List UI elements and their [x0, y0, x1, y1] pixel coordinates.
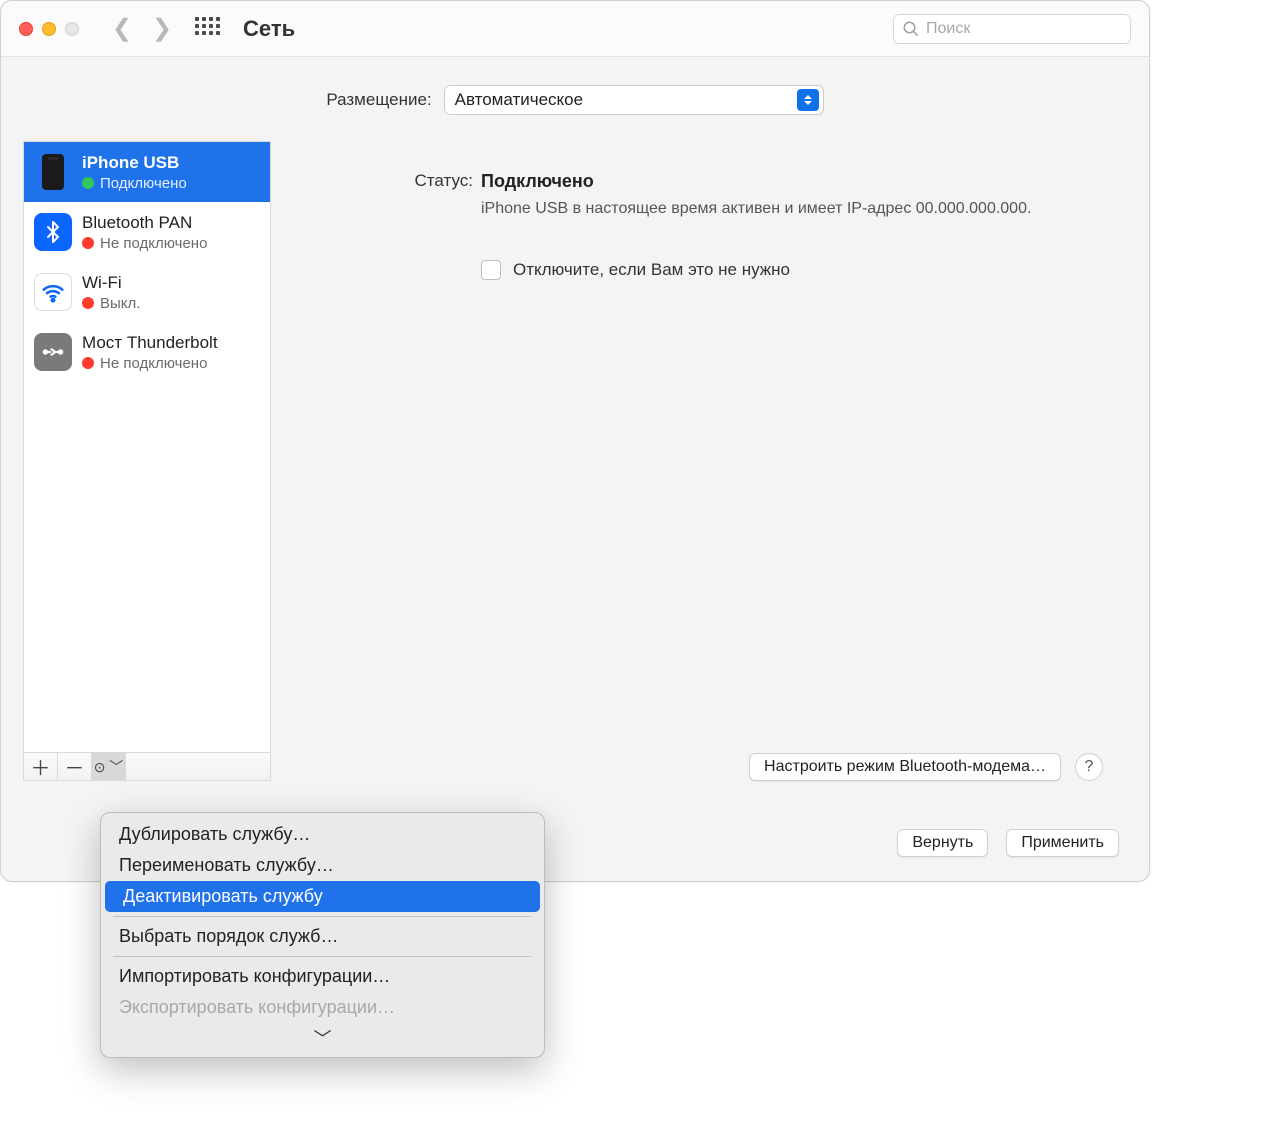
ellipsis-icon: ⊙ ﹀ — [94, 757, 124, 777]
service-status: Выкл. — [82, 295, 140, 312]
select-caret-icon — [797, 89, 819, 111]
service-name: Wi-Fi — [82, 273, 140, 293]
service-actions-button[interactable]: ⊙ ﹀ — [92, 753, 126, 780]
forward-button: ❯ — [147, 14, 177, 43]
traffic-lights — [19, 22, 79, 36]
status-description: iPhone USB в настоящее время активен и и… — [481, 198, 1041, 220]
add-service-button[interactable]: ＋ — [24, 753, 58, 780]
sidebar-actions: ＋ － ⊙ ﹀ — [24, 752, 270, 780]
window-title: Сеть — [243, 16, 295, 42]
status-dot-icon — [82, 237, 94, 249]
chevron-down-icon[interactable]: ﹀ — [101, 1023, 544, 1051]
menu-deactivate-service[interactable]: Деактивировать службу — [105, 881, 540, 912]
status-label: Статус: — [301, 171, 473, 192]
menu-export-configurations: Экспортировать конфигурации… — [101, 992, 544, 1023]
content: Размещение: Автоматическое iPhone USB — [1, 57, 1149, 781]
disable-checkbox[interactable] — [481, 260, 501, 280]
service-status: Не подключено — [82, 355, 218, 372]
service-iphone-usb[interactable]: iPhone USB Подключено — [24, 142, 270, 202]
phone-icon — [34, 153, 72, 191]
remove-service-button[interactable]: － — [58, 753, 92, 780]
disable-checkbox-row: Отключите, если Вам это не нужно — [481, 260, 1103, 280]
revert-button[interactable]: Вернуть — [897, 829, 988, 857]
thunderbolt-icon — [34, 333, 72, 371]
titlebar: ❮ ❯ Сеть — [1, 1, 1149, 57]
disable-checkbox-label: Отключите, если Вам это не нужно — [513, 260, 790, 280]
back-button[interactable]: ❮ — [107, 14, 137, 43]
window: ❮ ❯ Сеть Размещение: Автоматическое — [0, 0, 1150, 882]
detail-footer: Настроить режим Bluetooth-модема… ? — [749, 753, 1103, 781]
maximize-button — [65, 22, 79, 36]
status-value: Подключено — [481, 171, 1103, 192]
status-dot-icon — [82, 357, 94, 369]
menu-separator — [113, 956, 532, 957]
service-name: iPhone USB — [82, 153, 187, 173]
menu-import-configurations[interactable]: Импортировать конфигурации… — [101, 961, 544, 992]
search-icon — [902, 20, 920, 38]
window-actions: Вернуть Применить — [897, 829, 1119, 857]
service-status: Не подключено — [82, 235, 207, 252]
detail-panel: Статус: Подключено iPhone USB в настояще… — [285, 141, 1127, 781]
menu-separator — [113, 916, 532, 917]
service-list: iPhone USB Подключено Bluetooth P — [24, 142, 270, 752]
menu-rename-service[interactable]: Переименовать службу… — [101, 850, 544, 881]
show-all-icon[interactable] — [195, 17, 219, 41]
location-label: Размещение: — [326, 90, 431, 110]
location-select[interactable]: Автоматическое — [444, 85, 824, 115]
service-name: Мост Thunderbolt — [82, 333, 218, 353]
service-bluetooth-pan[interactable]: Bluetooth PAN Не подключено — [24, 202, 270, 262]
menu-set-service-order[interactable]: Выбрать порядок служб… — [101, 921, 544, 952]
apply-button[interactable]: Применить — [1006, 829, 1119, 857]
status-dot-icon — [82, 177, 94, 189]
service-status: Подключено — [82, 175, 187, 192]
status-row: Статус: Подключено iPhone USB в настояще… — [301, 171, 1103, 220]
menu-duplicate-service[interactable]: Дублировать службу… — [101, 819, 544, 850]
service-thunderbolt-bridge[interactable]: Мост Thunderbolt Не подключено — [24, 322, 270, 382]
bluetooth-icon — [34, 213, 72, 251]
location-row: Размещение: Автоматическое — [1, 57, 1149, 141]
minimize-button[interactable] — [42, 22, 56, 36]
search-box[interactable] — [893, 14, 1131, 44]
location-value: Автоматическое — [455, 90, 583, 110]
help-button[interactable]: ? — [1075, 753, 1103, 781]
service-wifi[interactable]: Wi-Fi Выкл. — [24, 262, 270, 322]
close-button[interactable] — [19, 22, 33, 36]
status-dot-icon — [82, 297, 94, 309]
search-input[interactable] — [926, 20, 1133, 38]
main: iPhone USB Подключено Bluetooth P — [1, 141, 1149, 781]
service-name: Bluetooth PAN — [82, 213, 207, 233]
service-actions-menu: Дублировать службу… Переименовать службу… — [100, 812, 545, 1058]
sidebar: iPhone USB Подключено Bluetooth P — [23, 141, 271, 781]
configure-bluetooth-button[interactable]: Настроить режим Bluetooth-модема… — [749, 753, 1061, 781]
wifi-icon — [34, 273, 72, 311]
